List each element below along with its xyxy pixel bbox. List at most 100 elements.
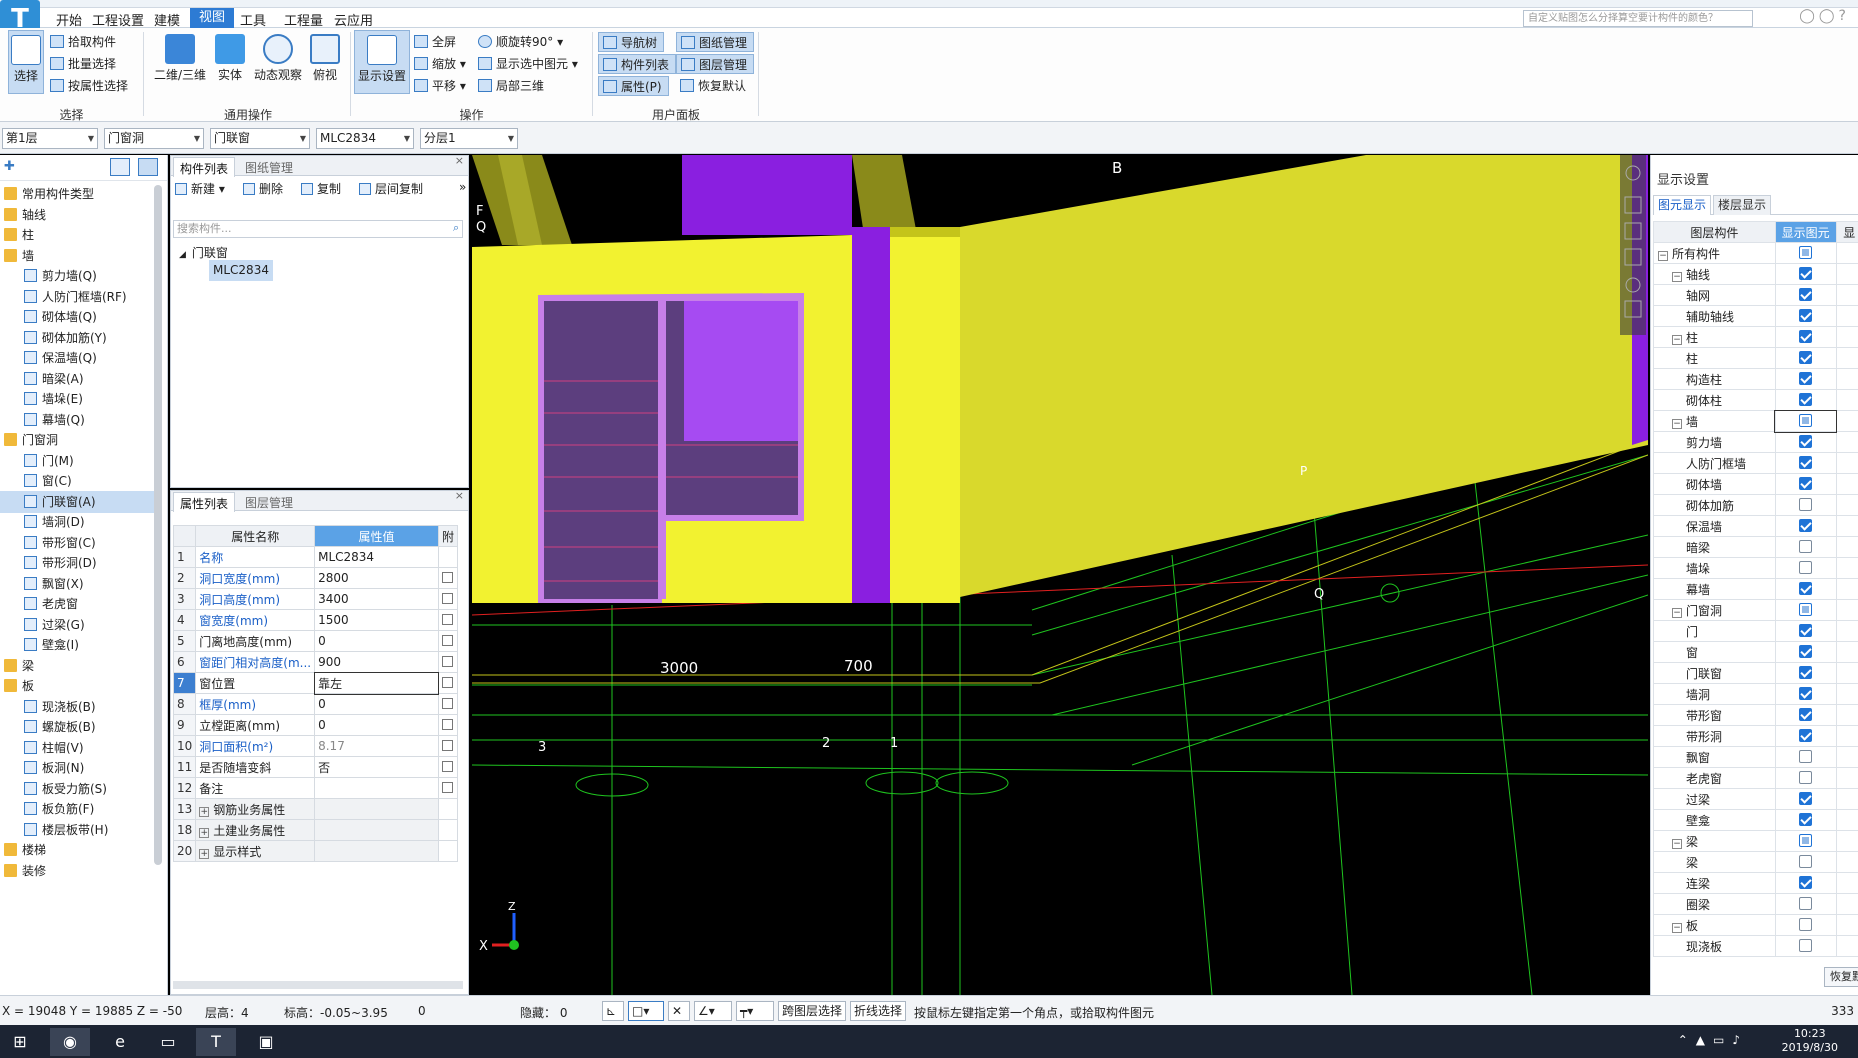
windows-start-icon[interactable]: ⊞ bbox=[0, 1028, 40, 1056]
scene-canvas[interactable]: 3000 700 B F Q P Q 3 2 1 X Z bbox=[472, 155, 1648, 995]
angle-icon[interactable]: ∠▾ bbox=[694, 1001, 732, 1021]
show-element-checkbox[interactable] bbox=[1799, 624, 1813, 637]
component-search-input[interactable]: 搜索构件... bbox=[173, 220, 463, 238]
property-row[interactable]: 8 框厚(mm) 0 bbox=[172, 693, 459, 715]
attach-checkbox[interactable] bbox=[441, 614, 453, 625]
attach-cell[interactable] bbox=[437, 588, 459, 610]
property-row[interactable]: 13 + 钢筋业务属性 bbox=[172, 798, 459, 820]
show-element-checkbox[interactable] bbox=[1799, 771, 1813, 784]
nav-item[interactable]: 柱帽(V) bbox=[0, 737, 155, 759]
cad-app-icon[interactable]: ▣ bbox=[246, 1028, 286, 1056]
display-layer-row[interactable]: 幕墙 bbox=[1653, 578, 1858, 600]
property-row[interactable]: 10 洞口面积(m²) 8.17 bbox=[172, 735, 459, 757]
tab-layer-management[interactable]: 图层管理 bbox=[245, 494, 293, 511]
show-element-checkbox[interactable] bbox=[1799, 393, 1813, 406]
snap-icon[interactable]: □▾ bbox=[628, 1001, 664, 1021]
component-list-button[interactable]: 构件列表 bbox=[598, 54, 677, 74]
attach-cell[interactable] bbox=[437, 777, 459, 799]
display-layer-row[interactable]: 人防门框墙 bbox=[1653, 452, 1858, 474]
view-2d3d-button[interactable]: 二维/三维 bbox=[150, 30, 210, 83]
attach-cell[interactable] bbox=[437, 567, 459, 589]
category-select[interactable]: 门窗洞 ▼ bbox=[104, 128, 204, 149]
nav-folder[interactable]: 常用构件类型 bbox=[0, 183, 155, 205]
collapse-icon[interactable]: − bbox=[1672, 607, 1682, 618]
display-layer-row[interactable]: 保温墙 bbox=[1653, 515, 1858, 537]
show-selected-button[interactable]: 显示选中图元 ▾ bbox=[478, 54, 578, 74]
attach-checkbox[interactable] bbox=[441, 761, 453, 772]
attach-cell[interactable] bbox=[437, 672, 459, 694]
nav-item[interactable]: 门联窗(A) bbox=[0, 490, 155, 513]
property-value-field[interactable] bbox=[314, 798, 439, 820]
property-value-field[interactable]: MLC2834 bbox=[314, 546, 439, 568]
property-row[interactable]: 3 洞口高度(mm) 3400 bbox=[172, 588, 459, 610]
show-element-checkbox[interactable] bbox=[1799, 792, 1813, 805]
attach-checkbox[interactable] bbox=[441, 572, 453, 583]
expand-icon[interactable]: + bbox=[199, 848, 210, 859]
drawing-management-button[interactable]: 图纸管理 bbox=[676, 32, 755, 52]
display-layer-row[interactable]: 圈梁 bbox=[1653, 893, 1858, 915]
show-element-checkbox[interactable] bbox=[1799, 603, 1813, 616]
nav-item[interactable]: 墙垛(E) bbox=[0, 388, 155, 410]
grid-view-icon[interactable] bbox=[138, 158, 158, 176]
attach-checkbox[interactable] bbox=[441, 677, 453, 688]
nav-item[interactable]: 带形窗(C) bbox=[0, 532, 155, 554]
menu-project-settings[interactable]: 工程设置 bbox=[92, 10, 144, 29]
nav-item[interactable]: 门(M) bbox=[0, 450, 155, 472]
search-icon[interactable]: ⌕ bbox=[453, 221, 459, 235]
copy-button[interactable]: 复制 bbox=[301, 180, 341, 197]
show-element-checkbox[interactable] bbox=[1799, 897, 1813, 910]
attach-cell[interactable] bbox=[437, 609, 459, 631]
property-row[interactable]: 20 + 显示样式 bbox=[172, 840, 459, 862]
nav-scrollbar[interactable] bbox=[154, 185, 162, 865]
nav-folder[interactable]: 梁 bbox=[0, 655, 155, 677]
pan-button[interactable]: 平移 ▾ bbox=[414, 76, 466, 96]
glodon-app-icon[interactable]: T bbox=[196, 1028, 236, 1056]
pin-icon[interactable]: ✚ bbox=[4, 159, 15, 174]
show-element-checkbox[interactable] bbox=[1799, 330, 1813, 343]
display-layer-row[interactable]: 连梁 bbox=[1653, 872, 1858, 894]
nav-folder[interactable]: 楼梯 bbox=[0, 839, 155, 861]
tree-item-mlc2834[interactable]: MLC2834 bbox=[209, 260, 273, 281]
collapse-icon[interactable]: − bbox=[1672, 271, 1682, 282]
edge-browser-icon[interactable]: e bbox=[100, 1028, 140, 1056]
tab-component-list[interactable]: 构件列表 bbox=[173, 157, 236, 177]
show-element-checkbox[interactable] bbox=[1799, 267, 1813, 280]
nav-folder[interactable]: 板 bbox=[0, 675, 155, 697]
nav-item[interactable]: 砌体加筋(Y) bbox=[0, 327, 155, 349]
show-element-checkbox[interactable] bbox=[1799, 246, 1813, 259]
nav-folder[interactable]: 柱 bbox=[0, 224, 155, 246]
display-layer-row[interactable]: 辅助轴线 bbox=[1653, 305, 1858, 327]
display-layer-row[interactable]: 老虎窗 bbox=[1653, 767, 1858, 789]
tab-floor-display[interactable]: 楼层显示 bbox=[1713, 195, 1772, 215]
nav-item[interactable]: 幕墙(Q) bbox=[0, 409, 155, 431]
show-element-checkbox[interactable] bbox=[1799, 309, 1813, 322]
property-row[interactable]: 11 是否随墙变斜 否 bbox=[172, 756, 459, 778]
display-layer-row[interactable]: − 门窗洞 bbox=[1653, 599, 1858, 621]
show-element-checkbox[interactable] bbox=[1799, 918, 1813, 931]
show-element-checkbox[interactable] bbox=[1799, 288, 1813, 301]
display-layer-row[interactable]: 墙洞 bbox=[1653, 683, 1858, 705]
nav-folder[interactable]: 门窗洞 bbox=[0, 429, 155, 451]
pick-component-button[interactable]: 拾取构件 bbox=[50, 32, 116, 52]
rotate-90-button[interactable]: 顺旋转90° ▾ bbox=[478, 32, 563, 52]
collapse-icon[interactable]: − bbox=[1658, 250, 1668, 261]
show-element-checkbox[interactable] bbox=[1799, 414, 1813, 427]
property-value-field[interactable]: 2800 bbox=[314, 567, 439, 589]
attach-cell[interactable] bbox=[437, 630, 459, 652]
nav-item[interactable]: 保温墙(Q) bbox=[0, 347, 155, 369]
nav-item[interactable]: 带形洞(D) bbox=[0, 552, 155, 574]
property-row[interactable]: 6 窗距门相对高度(m... 900 bbox=[172, 651, 459, 673]
property-value-field[interactable]: 1500 bbox=[314, 609, 439, 631]
display-layer-row[interactable]: 砌体墙 bbox=[1653, 473, 1858, 495]
nav-item[interactable]: 过梁(G) bbox=[0, 614, 155, 636]
property-row[interactable]: 7 窗位置 靠左 bbox=[172, 671, 459, 695]
show-element-checkbox[interactable] bbox=[1799, 666, 1813, 679]
display-layer-row[interactable]: − 墙 bbox=[1653, 409, 1858, 433]
show-element-checkbox[interactable] bbox=[1799, 372, 1813, 385]
attach-cell[interactable] bbox=[437, 714, 459, 736]
display-layer-row[interactable]: 壁龛 bbox=[1653, 809, 1858, 831]
display-layer-row[interactable]: 过梁 bbox=[1653, 788, 1858, 810]
property-value-field[interactable]: 0 bbox=[314, 693, 439, 715]
solid-button[interactable]: 实体 bbox=[214, 30, 246, 83]
nav-item[interactable]: 老虎窗 bbox=[0, 593, 155, 615]
